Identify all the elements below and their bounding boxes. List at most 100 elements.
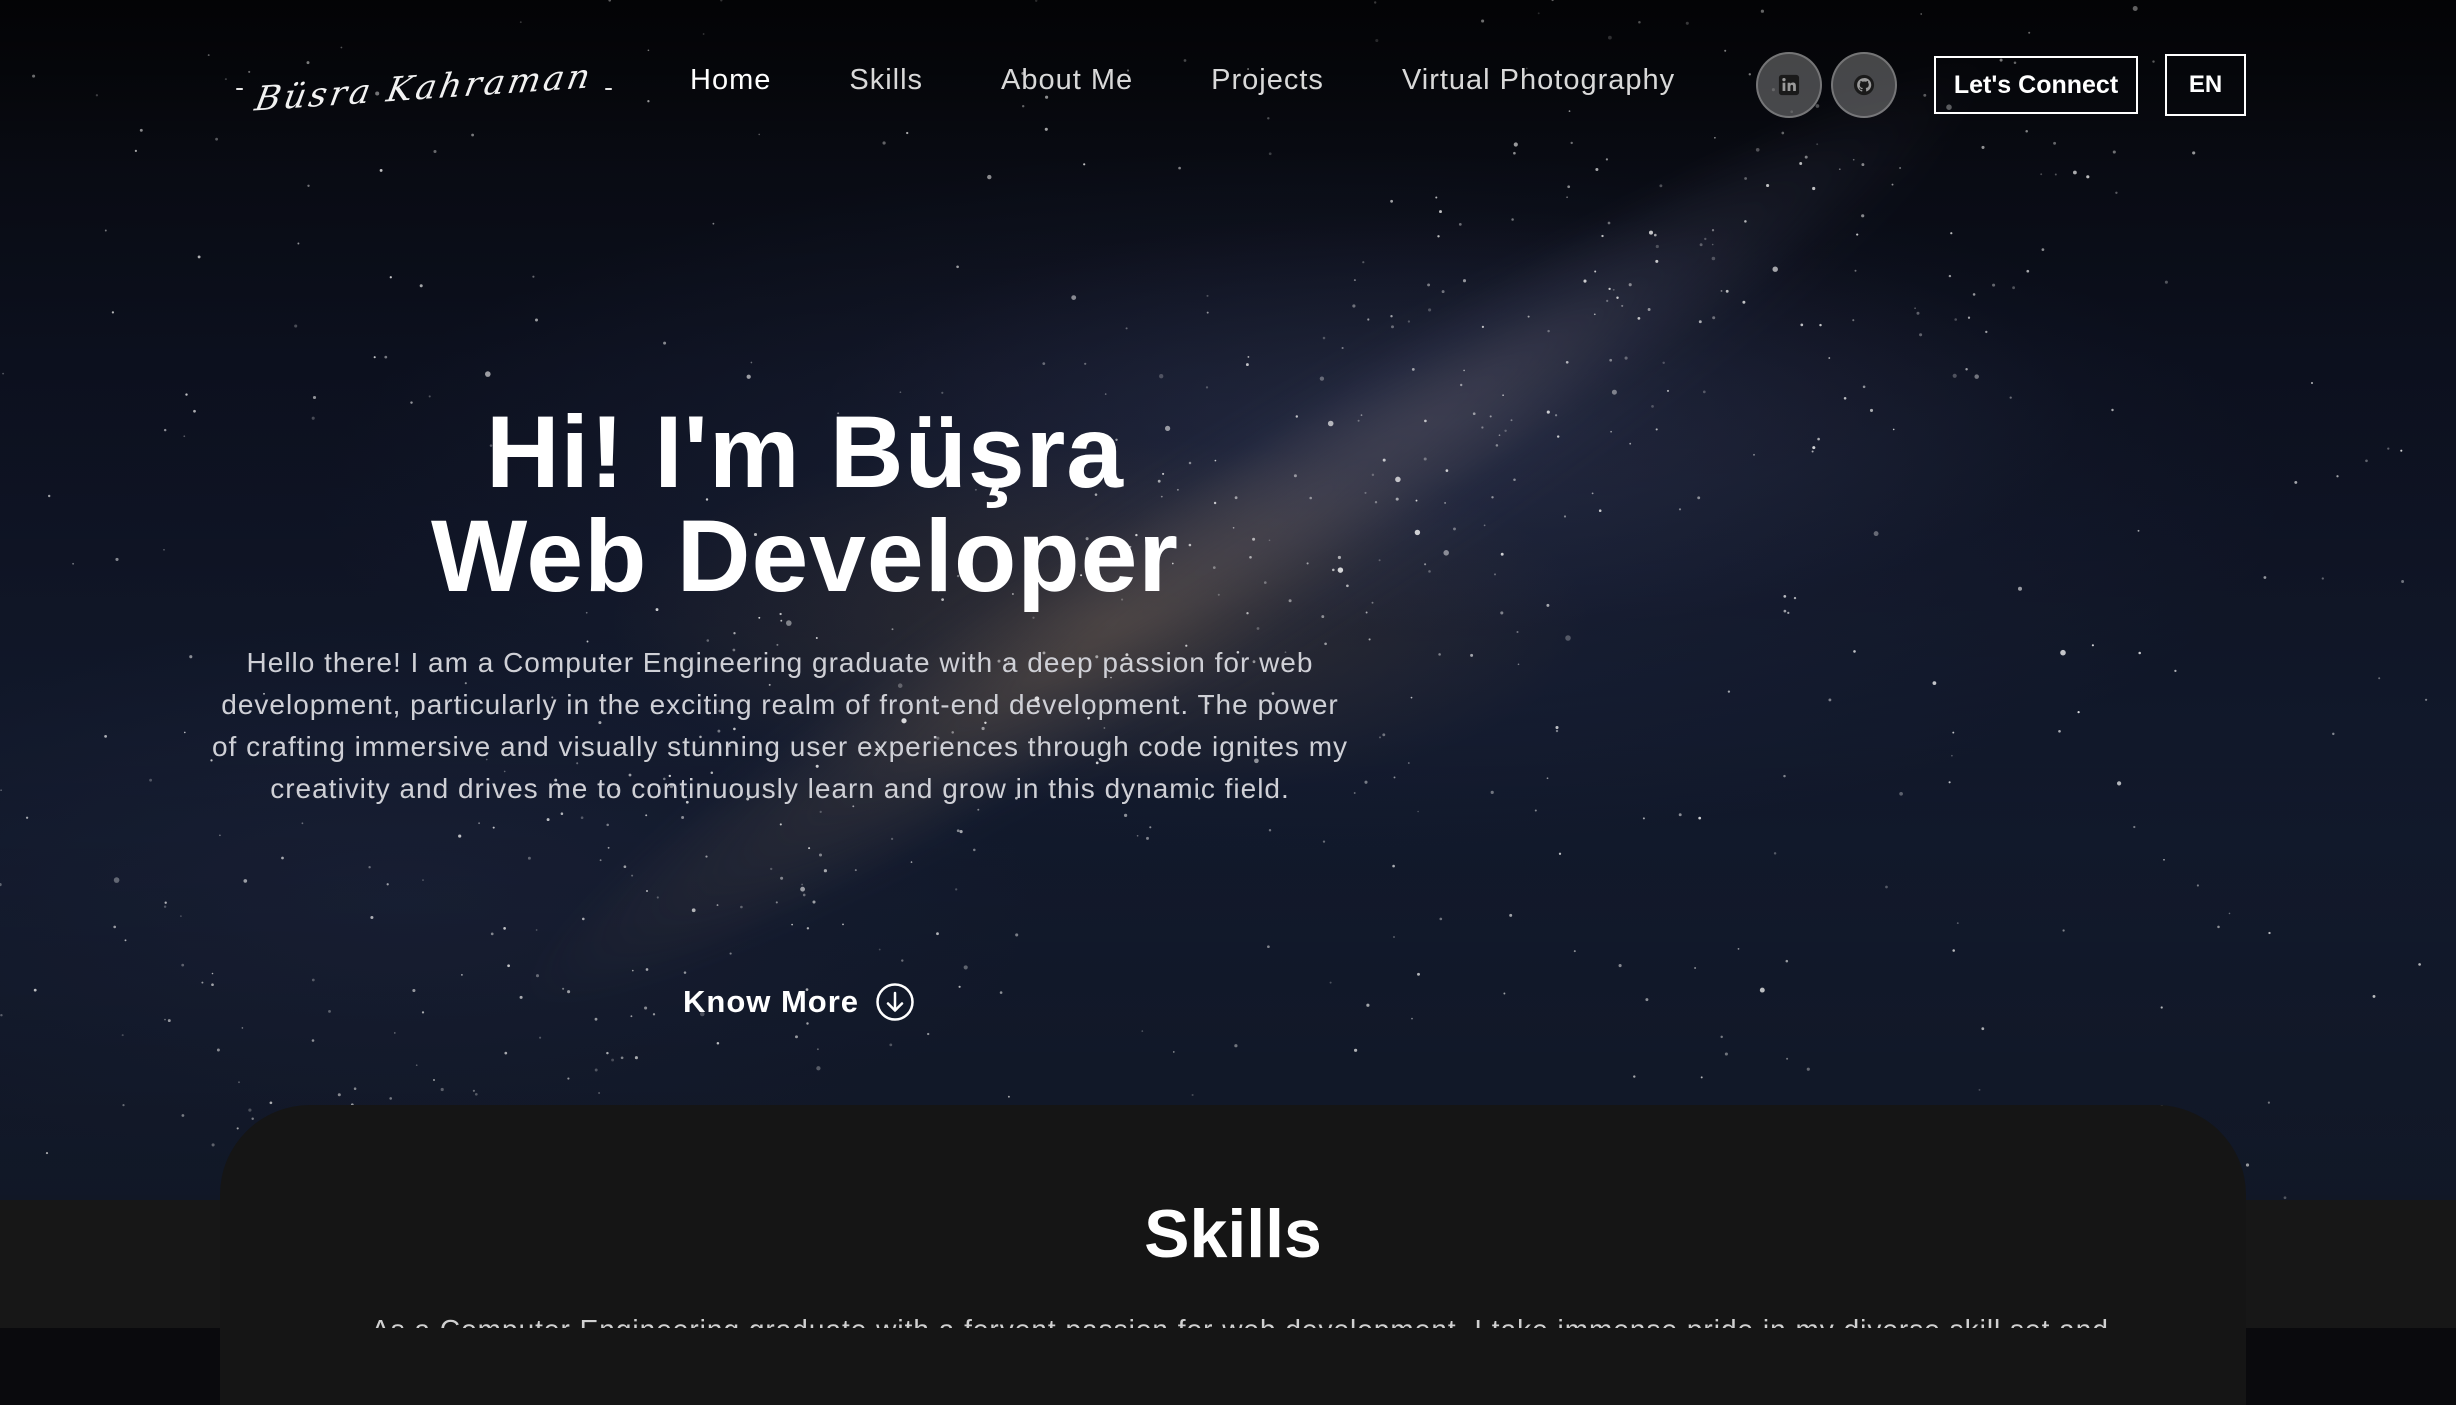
know-more-button[interactable]: Know More bbox=[683, 982, 915, 1022]
star bbox=[1329, 981, 1332, 984]
star bbox=[353, 1087, 357, 1090]
star bbox=[1427, 283, 1431, 287]
star bbox=[645, 968, 649, 971]
star bbox=[294, 324, 298, 328]
star bbox=[1812, 186, 1816, 191]
star bbox=[806, 1022, 809, 1025]
star bbox=[1424, 419, 1427, 423]
star bbox=[458, 834, 462, 838]
star bbox=[2041, 248, 2045, 251]
star bbox=[1547, 329, 1550, 333]
star bbox=[1628, 283, 1632, 287]
star bbox=[645, 889, 649, 893]
star bbox=[373, 356, 376, 359]
star bbox=[2418, 963, 2421, 966]
star bbox=[1594, 270, 1597, 273]
star bbox=[211, 1143, 215, 1147]
star bbox=[956, 829, 960, 833]
star bbox=[1322, 840, 1326, 843]
star bbox=[2263, 576, 2267, 579]
star bbox=[1753, 453, 1755, 456]
star bbox=[620, 1056, 624, 1060]
star bbox=[201, 981, 204, 984]
star bbox=[2116, 781, 2122, 786]
star bbox=[1498, 434, 1501, 437]
nav-link-skills[interactable]: Skills bbox=[849, 64, 923, 97]
github-button[interactable] bbox=[1831, 52, 1897, 118]
nav-link-projects[interactable]: Projects bbox=[1211, 64, 1324, 97]
star bbox=[1662, 361, 1665, 365]
lets-connect-button[interactable]: Let's Connect bbox=[1934, 56, 2138, 114]
star bbox=[1463, 369, 1465, 372]
star bbox=[1527, 315, 1530, 318]
star bbox=[163, 548, 165, 551]
star bbox=[163, 428, 167, 432]
star bbox=[421, 1011, 425, 1014]
star bbox=[2040, 173, 2043, 176]
star bbox=[2054, 173, 2057, 176]
star bbox=[1354, 1048, 1358, 1052]
star bbox=[1610, 430, 1612, 433]
language-toggle-button[interactable]: EN bbox=[2165, 54, 2246, 116]
star bbox=[1869, 408, 1874, 412]
star bbox=[0, 1013, 3, 1017]
star bbox=[1206, 311, 1209, 314]
star bbox=[181, 1114, 185, 1117]
star bbox=[1367, 318, 1370, 321]
star bbox=[1972, 293, 1976, 296]
star bbox=[1744, 177, 1747, 180]
site-logo[interactable]: - Büsra Kahraman - bbox=[235, 48, 613, 128]
star bbox=[1206, 294, 1209, 297]
star bbox=[328, 1010, 331, 1013]
star bbox=[1565, 360, 1569, 364]
hero-title-greeting: Hi! I'm Büşra bbox=[485, 395, 1125, 509]
star bbox=[1472, 412, 1476, 416]
star bbox=[1321, 615, 1325, 619]
star bbox=[1481, 426, 1484, 429]
star bbox=[889, 1043, 893, 1047]
star bbox=[800, 886, 806, 892]
star bbox=[1032, 616, 1035, 619]
star bbox=[1873, 531, 1879, 537]
star bbox=[801, 883, 803, 886]
star bbox=[562, 987, 565, 990]
star bbox=[45, 1152, 49, 1155]
star bbox=[2378, 677, 2381, 680]
star bbox=[1737, 948, 1740, 950]
star bbox=[535, 929, 538, 931]
nav-link-virtual-photography[interactable]: Virtual Photography bbox=[1402, 64, 1675, 97]
linkedin-button[interactable] bbox=[1756, 52, 1822, 118]
star bbox=[634, 1056, 638, 1060]
star bbox=[795, 1035, 798, 1039]
star bbox=[1125, 327, 1128, 330]
nav-link-about-me[interactable]: About Me bbox=[1001, 64, 1133, 97]
star bbox=[1504, 429, 1507, 433]
star bbox=[1556, 435, 1560, 438]
star bbox=[1462, 279, 1467, 283]
star bbox=[1502, 394, 1504, 397]
star bbox=[1393, 936, 1395, 938]
nav-links: Home Skills About Me Projects Virtual Ph… bbox=[690, 64, 1675, 97]
star bbox=[1655, 428, 1658, 431]
star bbox=[1437, 235, 1440, 238]
star bbox=[1319, 376, 1325, 381]
star bbox=[1828, 698, 1832, 702]
star bbox=[1573, 950, 1576, 953]
star bbox=[1591, 492, 1594, 495]
star bbox=[163, 905, 167, 908]
star bbox=[104, 229, 107, 232]
star bbox=[281, 856, 284, 860]
star bbox=[780, 619, 783, 622]
star bbox=[2018, 586, 2022, 591]
star bbox=[656, 896, 659, 899]
star bbox=[72, 562, 75, 565]
star bbox=[1517, 663, 1520, 666]
star bbox=[1608, 287, 1611, 291]
star bbox=[631, 969, 634, 972]
star bbox=[1914, 307, 1916, 310]
star bbox=[307, 184, 310, 187]
nav-link-home[interactable]: Home bbox=[690, 64, 771, 97]
star bbox=[1353, 279, 1356, 282]
star bbox=[197, 255, 201, 259]
star bbox=[2321, 577, 2324, 580]
